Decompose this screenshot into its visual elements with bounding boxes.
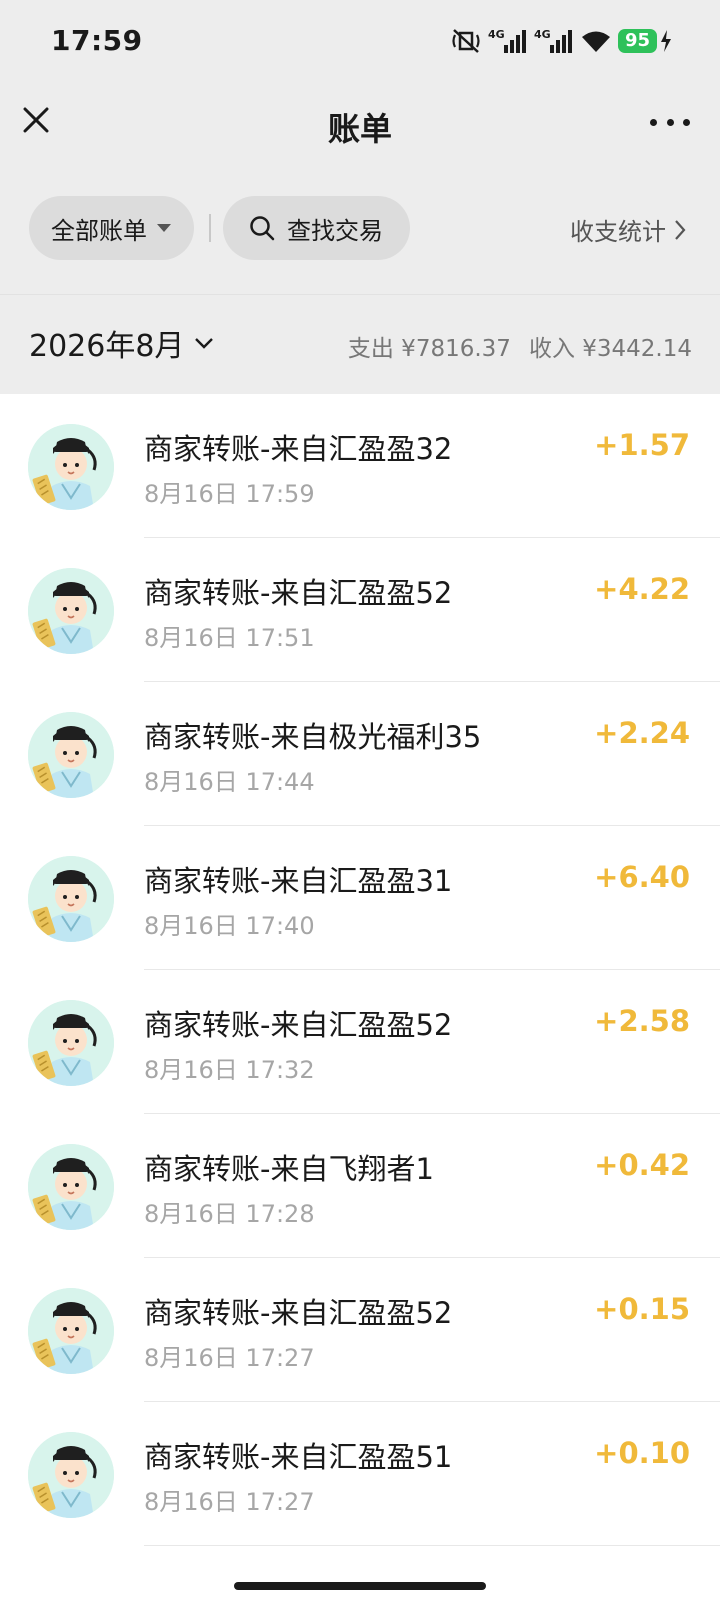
scholar-avatar-icon <box>28 424 114 510</box>
transaction-row[interactable]: 商家转账-来自汇盈盈52 8月16日 17:27 +0.15 <box>0 1258 720 1402</box>
transaction-time: 8月16日 17:44 <box>144 768 315 796</box>
page-title: 账单 <box>327 110 392 148</box>
scholar-avatar-icon <box>28 1432 114 1518</box>
more-button[interactable] <box>650 110 690 134</box>
row-divider <box>144 1545 720 1546</box>
month-label: 2026年8月 <box>29 329 185 364</box>
merchant-avatar <box>28 1144 114 1230</box>
transaction-time: 8月16日 17:27 <box>144 1344 315 1372</box>
merchant-avatar <box>28 568 114 654</box>
wifi-icon <box>581 31 610 52</box>
merchant-avatar <box>28 712 114 798</box>
scholar-avatar-icon <box>28 1144 114 1230</box>
status-time: 17:59 <box>51 24 143 57</box>
transaction-amount: +2.24 <box>594 716 690 750</box>
income-expense-stats-link[interactable]: 收支统计 <box>570 212 686 247</box>
transaction-time: 8月16日 17:27 <box>144 1488 315 1516</box>
filter-divider <box>209 214 211 242</box>
signal-4g-icon: 4G <box>488 28 526 53</box>
status-bar: 17:59 4G 4G 95 <box>0 0 720 84</box>
search-label: 查找交易 <box>287 216 383 245</box>
transaction-time: 8月16日 17:32 <box>144 1056 315 1084</box>
expense-total: 支出 ¥7816.37 <box>347 336 511 362</box>
transaction-name: 商家转账-来自汇盈盈52 <box>144 1008 453 1042</box>
income-total: 收入 ¥3442.14 <box>528 336 692 362</box>
battery-indicator: 95 <box>617 29 672 53</box>
merchant-avatar <box>28 1288 114 1374</box>
more-icon-dot <box>666 118 674 126</box>
network-type-label: 4G <box>488 28 505 41</box>
chevron-right-icon <box>675 219 686 240</box>
transaction-time: 8月16日 17:51 <box>144 624 315 652</box>
transaction-row[interactable]: 商家转账-来自汇盈盈31 8月16日 17:40 +6.40 <box>0 826 720 970</box>
scholar-avatar-icon <box>28 568 114 654</box>
transaction-amount: +1.57 <box>594 428 690 462</box>
chevron-down-icon <box>195 338 214 349</box>
transaction-name: 商家转账-来自汇盈盈31 <box>144 864 453 898</box>
transaction-name: 商家转账-来自汇盈盈51 <box>144 1440 453 1474</box>
transaction-row[interactable]: 商家转账-来自汇盈盈52 8月16日 17:51 +4.22 <box>0 538 720 682</box>
transaction-row[interactable]: 商家转账-来自汇盈盈51 8月16日 17:27 +0.10 <box>0 1402 720 1546</box>
transaction-amount: +0.15 <box>594 1292 690 1326</box>
search-transactions-button[interactable]: 查找交易 <box>223 196 410 260</box>
transaction-name: 商家转账-来自汇盈盈32 <box>144 432 453 466</box>
transaction-name: 商家转账-来自飞翔者1 <box>144 1152 434 1186</box>
battery-level: 95 <box>617 29 657 53</box>
transaction-time: 8月16日 17:40 <box>144 912 315 940</box>
filter-bar: 全部账单 查找交易 收支统计 <box>0 196 720 260</box>
merchant-avatar <box>28 856 114 942</box>
transaction-amount: +6.40 <box>594 860 690 894</box>
transaction-list: 商家转账-来自汇盈盈32 8月16日 17:59 +1.57 商家转账-来自汇盈… <box>0 394 720 1546</box>
scholar-avatar-icon <box>28 1288 114 1374</box>
status-icons: 4G 4G 95 <box>450 26 672 56</box>
transaction-time: 8月16日 17:28 <box>144 1200 315 1228</box>
transaction-amount: +2.58 <box>594 1004 690 1038</box>
charging-icon <box>661 30 671 52</box>
signal-4g-icon: 4G <box>534 28 572 53</box>
mute-icon <box>452 29 480 53</box>
transaction-amount: +4.22 <box>594 572 690 606</box>
nav-bar: 账单 <box>0 84 720 164</box>
transaction-row[interactable]: 商家转账-来自汇盈盈52 8月16日 17:32 +2.58 <box>0 970 720 1114</box>
merchant-avatar <box>28 1432 114 1518</box>
transaction-row[interactable]: 商家转账-来自极光福利35 8月16日 17:44 +2.24 <box>0 682 720 826</box>
month-selector[interactable]: 2026年8月 <box>29 321 214 365</box>
all-bills-filter[interactable]: 全部账单 <box>29 196 194 260</box>
merchant-avatar <box>28 1000 114 1086</box>
transaction-row[interactable]: 商家转账-来自飞翔者1 8月16日 17:28 +0.42 <box>0 1114 720 1258</box>
more-icon-dot <box>650 118 657 126</box>
merchant-avatar <box>28 424 114 510</box>
search-icon <box>250 216 275 241</box>
stats-label: 收支统计 <box>570 218 666 246</box>
transaction-name: 商家转账-来自汇盈盈52 <box>144 1296 453 1330</box>
month-summary: 支出 ¥7816.37 收入 ¥3442.14 <box>348 329 692 363</box>
network-type-label: 4G <box>534 28 551 41</box>
scholar-avatar-icon <box>28 712 114 798</box>
scholar-avatar-icon <box>28 1000 114 1086</box>
transaction-amount: +0.42 <box>594 1148 690 1182</box>
caret-down-icon <box>157 224 171 232</box>
transaction-name: 商家转账-来自汇盈盈52 <box>144 576 453 610</box>
all-bills-label: 全部账单 <box>51 216 147 245</box>
month-header: 2026年8月 支出 ¥7816.37 收入 ¥3442.14 <box>0 294 720 394</box>
more-icon-dot <box>683 118 690 126</box>
transaction-name: 商家转账-来自极光福利35 <box>144 720 482 754</box>
transaction-time: 8月16日 17:59 <box>144 480 315 508</box>
transaction-amount: +0.10 <box>594 1436 690 1470</box>
transaction-row[interactable]: 商家转账-来自汇盈盈32 8月16日 17:59 +1.57 <box>0 394 720 538</box>
home-indicator[interactable] <box>234 1582 486 1590</box>
scholar-avatar-icon <box>28 856 114 942</box>
